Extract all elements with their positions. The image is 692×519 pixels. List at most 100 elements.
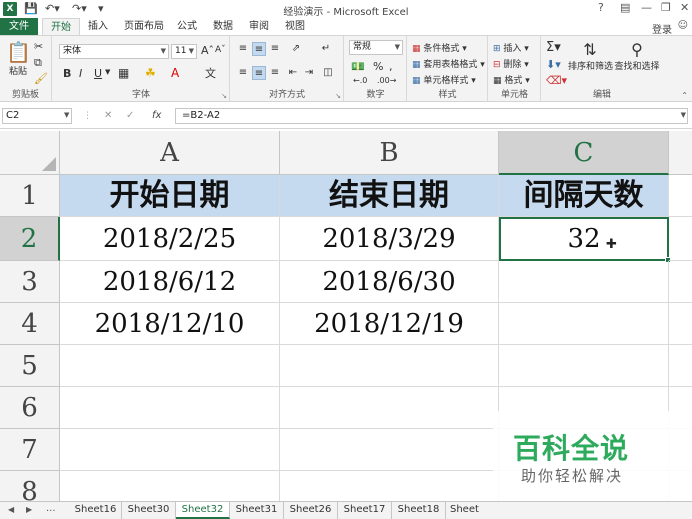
font-size-select[interactable]: 11 ▼ — [171, 44, 197, 59]
row-header-8[interactable]: 8 — [0, 471, 60, 501]
italic-button[interactable]: I — [79, 67, 82, 80]
increase-decimal-icon[interactable]: ←.0 — [353, 76, 367, 85]
row-header-1[interactable]: 1 — [0, 175, 60, 217]
cell-d2[interactable] — [669, 217, 692, 261]
name-box[interactable]: C2 — [2, 108, 72, 124]
tab-view[interactable]: 视图 — [280, 18, 310, 36]
fill-color-icon[interactable]: ☘ — [145, 66, 156, 80]
decrease-decimal-icon[interactable]: .00→ — [377, 76, 396, 85]
cut-icon[interactable]: ✂ — [34, 40, 43, 53]
tab-data[interactable]: 数据 — [208, 18, 238, 36]
sheet-tab-sheet[interactable]: Sheet — [446, 502, 486, 519]
percent-button[interactable]: % — [373, 60, 383, 73]
scroll-left-icon[interactable]: ◀ — [8, 505, 14, 514]
column-header-c[interactable]: C — [499, 131, 669, 175]
dialog-launcher-icon[interactable]: ↘ — [221, 92, 227, 100]
font-name-select[interactable]: 宋体 ▼ — [59, 44, 169, 59]
cell-c2[interactable]: 32 — [499, 217, 671, 263]
clear-icon[interactable]: ⌫▾ — [546, 74, 567, 87]
scroll-right-icon[interactable]: ▶ — [26, 505, 32, 514]
enter-icon[interactable]: ✓ — [126, 110, 134, 121]
insert-cells-button[interactable]: ⊞ 插入 ▾ — [493, 41, 529, 54]
cell-b1[interactable]: 结束日期 — [280, 175, 499, 217]
sheet-tab-sheet32[interactable]: Sheet32 — [176, 502, 230, 519]
sheet-tab-sheet31[interactable]: Sheet31 — [230, 502, 284, 519]
tab-page-layout[interactable]: 页面布局 — [118, 18, 170, 36]
cell-c5[interactable] — [499, 345, 669, 387]
row-header-6[interactable]: 6 — [0, 387, 60, 429]
format-cells-button[interactable]: ▦ 格式 ▾ — [493, 73, 530, 86]
sheet-tab-sheet30[interactable]: Sheet30 — [122, 502, 176, 519]
autosum-icon[interactable]: Σ▾ — [546, 40, 561, 55]
find-select-button[interactable]: ⚲ 查找和选择 — [614, 40, 660, 72]
select-all-button[interactable] — [0, 131, 60, 175]
sheet-tab-sheet26[interactable]: Sheet26 — [284, 502, 338, 519]
cancel-icon[interactable]: ✕ — [104, 110, 112, 121]
column-header-a[interactable]: A — [60, 131, 280, 175]
font-color-icon[interactable]: A — [171, 66, 179, 80]
number-format-select[interactable]: 常规 ▼ — [349, 40, 403, 55]
cell-d4[interactable] — [669, 303, 692, 345]
cell-styles-button[interactable]: ▦ 单元格样式 ▾ — [412, 73, 476, 86]
cell-a2[interactable]: 2018/2/25 — [60, 217, 280, 261]
login-link[interactable]: 登录 — [652, 21, 672, 36]
conditional-formatting-button[interactable]: ▦ 条件格式 ▾ — [412, 41, 467, 54]
user-icon[interactable]: ☺ — [678, 20, 688, 31]
copy-icon[interactable]: ⧉ — [34, 56, 42, 70]
format-as-table-button[interactable]: ▦ 套用表格格式 ▾ — [412, 57, 485, 70]
align-top-icon[interactable]: ≡ — [236, 42, 250, 56]
cell-b6[interactable] — [280, 387, 499, 429]
chevron-down-icon[interactable]: ▼ — [105, 68, 110, 76]
align-left-icon[interactable]: ≡ — [236, 66, 250, 80]
cell-b8[interactable] — [280, 471, 499, 501]
cell-d5[interactable] — [669, 345, 692, 387]
column-header-b[interactable]: B — [280, 131, 499, 175]
expand-formula-icon[interactable]: ▼ — [681, 111, 686, 119]
cell-a1[interactable]: 开始日期 — [60, 175, 280, 217]
row-header-2[interactable]: 2 — [0, 217, 60, 261]
paste-button[interactable]: 📋 粘贴 — [6, 40, 31, 77]
chevron-down-icon[interactable]: ▼ — [64, 111, 69, 119]
dialog-launcher-icon[interactable]: ↘ — [335, 92, 341, 100]
restore-button[interactable]: ❐ — [661, 1, 671, 14]
close-button[interactable]: ✕ — [680, 1, 689, 14]
delete-cells-button[interactable]: ⊟ 删除 ▾ — [493, 57, 529, 70]
tab-formulas[interactable]: 公式 — [172, 18, 202, 36]
bold-button[interactable]: B — [63, 67, 71, 80]
tab-file[interactable]: 文件 — [0, 18, 38, 36]
decrease-indent-icon[interactable]: ⇤ — [286, 66, 300, 80]
cell-a7[interactable] — [60, 429, 280, 471]
currency-icon[interactable]: 💵 — [351, 60, 365, 73]
cell-b5[interactable] — [280, 345, 499, 387]
align-middle-icon[interactable]: ≡ — [252, 42, 266, 56]
insert-function-icon[interactable]: fx — [152, 110, 161, 121]
merge-center-icon[interactable]: ◫ — [321, 66, 335, 80]
decrease-font-icon[interactable]: Aˇ — [215, 45, 226, 55]
cell-b7[interactable] — [280, 429, 499, 471]
cell-b2[interactable]: 2018/3/29 — [280, 217, 499, 261]
comma-style-icon[interactable]: , — [389, 60, 393, 73]
cell-a4[interactable]: 2018/12/10 — [60, 303, 280, 345]
increase-indent-icon[interactable]: ⇥ — [302, 66, 316, 80]
row-header-3[interactable]: 3 — [0, 261, 60, 303]
cell-d3[interactable] — [669, 261, 692, 303]
sheet-tab-sheet18[interactable]: Sheet18 — [392, 502, 446, 519]
cell-c3[interactable] — [499, 261, 669, 303]
align-bottom-icon[interactable]: ≡ — [268, 42, 282, 56]
column-header-d[interactable] — [669, 131, 692, 175]
wrap-text-icon[interactable]: ↵ — [319, 42, 333, 56]
sheet-tab-sheet17[interactable]: Sheet17 — [338, 502, 392, 519]
fill-icon[interactable]: ⬇▾ — [546, 58, 561, 71]
cell-b4[interactable]: 2018/12/19 — [280, 303, 499, 345]
cell-a5[interactable] — [60, 345, 280, 387]
formula-input[interactable]: =B2-A2 — [175, 108, 688, 124]
cell-a8[interactable] — [60, 471, 280, 501]
tab-home[interactable]: 开始 — [42, 18, 80, 36]
ribbon-display-icon[interactable]: ▤ — [620, 1, 630, 14]
align-right-icon[interactable]: ≡ — [268, 66, 282, 80]
row-header-7[interactable]: 7 — [0, 429, 60, 471]
cell-c1[interactable]: 间隔天数 — [499, 175, 669, 217]
minimize-button[interactable]: — — [641, 1, 652, 14]
cell-b3[interactable]: 2018/6/30 — [280, 261, 499, 303]
row-header-4[interactable]: 4 — [0, 303, 60, 345]
